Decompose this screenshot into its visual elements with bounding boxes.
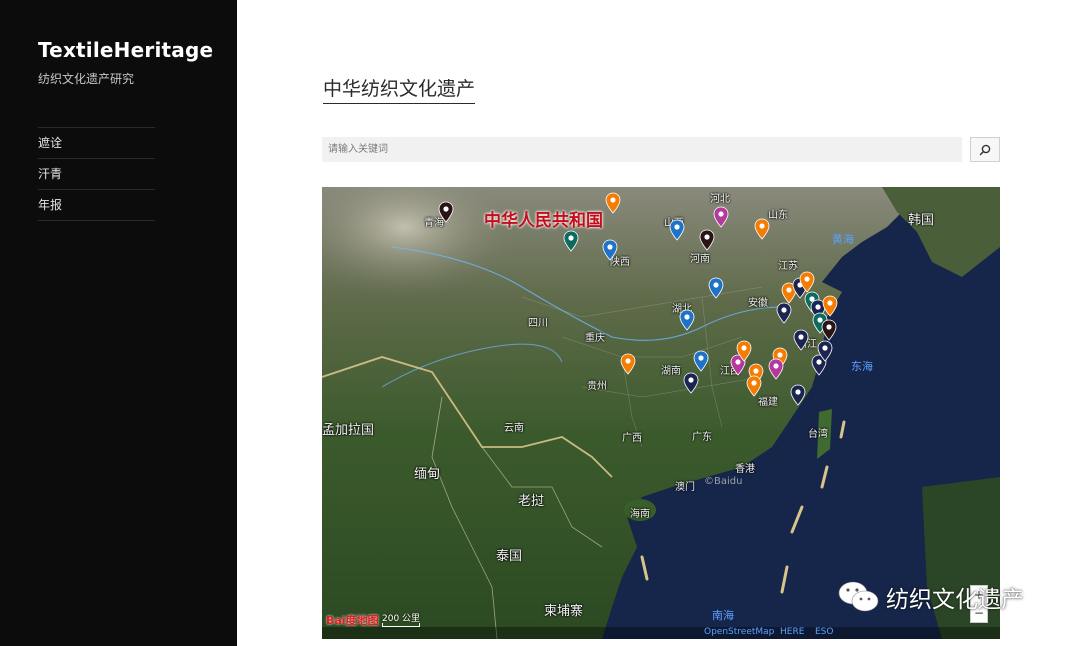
map-marker[interactable] [817, 340, 833, 362]
map-marker[interactable] [679, 309, 695, 331]
map-label-myanmar: 缅甸 [414, 467, 441, 482]
map-marker[interactable] [776, 302, 792, 324]
map-label-guizhou: 贵州 [587, 381, 607, 392]
map-label-anhui: 安徽 [748, 298, 768, 309]
map-marker[interactable] [736, 340, 752, 362]
search-icon [979, 144, 991, 155]
map-label-guangxi: 广西 [622, 433, 642, 444]
watermark-text: 纺织文化遗产 [886, 587, 1024, 613]
map-marker[interactable] [793, 329, 809, 351]
page-title: 中华纺织文化遗产 [323, 74, 476, 104]
map-label-cambodia: 柬埔寨 [544, 604, 584, 619]
map-label-south-sea: 南海 [712, 609, 734, 622]
map-terrain [322, 187, 1000, 639]
map-marker[interactable] [754, 218, 770, 240]
map-marker[interactable] [602, 239, 618, 261]
sidebar-item-nianbao[interactable]: 年报 [38, 190, 155, 221]
sidebar-item-hanqing[interactable]: 汗青 [38, 159, 155, 190]
map-label-hunan: 湖南 [661, 366, 681, 377]
map-marker[interactable] [620, 353, 636, 375]
map-marker[interactable] [768, 358, 784, 380]
map-copyright: ©Baidu [704, 476, 743, 487]
map-label-laos: 老挝 [518, 494, 545, 509]
map-label-taiwan: 台湾 [808, 429, 828, 440]
map-label-korea: 韩国 [908, 213, 935, 228]
wechat-watermark: 纺织文化遗产 [838, 580, 1024, 614]
country-title: 中华人民共和国 [484, 211, 603, 231]
map-label-thailand: 泰国 [496, 549, 523, 564]
map-label-chongqing: 重庆 [585, 333, 605, 344]
map-marker[interactable] [699, 229, 715, 251]
attribution-eso[interactable]: ESO [815, 627, 833, 637]
map-label-east-sea: 东海 [851, 360, 873, 373]
map-marker[interactable] [438, 201, 454, 223]
search-input[interactable] [322, 137, 962, 162]
map-marker[interactable] [790, 384, 806, 406]
map-label-yellow-sea: 黄海 [832, 233, 854, 246]
map-marker[interactable] [746, 375, 762, 397]
map-attribution-bar [322, 627, 1000, 639]
attribution-here[interactable]: HERE [780, 627, 804, 637]
site-description: 纺织文化遗产研究 [38, 72, 135, 86]
search-button[interactable] [970, 137, 1000, 162]
map-view[interactable]: 中华人民共和国 河北 山东 河南 陕西 山西 江苏 安徽 湖北 四川 重庆 贵州… [322, 187, 1000, 639]
map-label-sichuan: 四川 [528, 318, 548, 329]
map-marker[interactable] [799, 271, 815, 293]
map-marker[interactable] [683, 372, 699, 394]
map-label-shandong: 山东 [768, 210, 788, 221]
attribution-openstreetmap[interactable]: OpenStreetMap [704, 627, 774, 637]
map-marker[interactable] [708, 277, 724, 299]
map-label-jiangsu: 江苏 [778, 261, 798, 272]
map-label-macau: 澳门 [675, 482, 695, 493]
map-label-guangdong: 广东 [692, 432, 712, 443]
sidebar-item-zhequan[interactable]: 遮诠 [38, 128, 155, 159]
sidebar-nav: 遮诠 汗青 年报 [38, 127, 155, 221]
map-marker[interactable] [605, 192, 621, 214]
map-label-yunnan: 云南 [504, 423, 524, 434]
map-label-hongkong: 香港 [735, 464, 755, 475]
map-marker[interactable] [821, 319, 837, 341]
map-label-bangladesh: 孟加拉国 [322, 423, 375, 438]
baidu-logo: Bai度地图 [326, 614, 379, 627]
wechat-icon [838, 581, 879, 612]
map-label-hainan: 海南 [630, 509, 650, 520]
map-label-henan: 河南 [690, 254, 710, 265]
map-marker[interactable] [693, 350, 709, 372]
site-title[interactable]: TextileHeritage [38, 38, 213, 62]
map-marker[interactable] [669, 219, 685, 241]
sidebar: TextileHeritage 纺织文化遗产研究 遮诠 汗青 年报 [0, 0, 237, 646]
map-marker[interactable] [563, 230, 579, 252]
map-marker[interactable] [713, 206, 729, 228]
map-label-hebei: 河北 [710, 194, 730, 205]
